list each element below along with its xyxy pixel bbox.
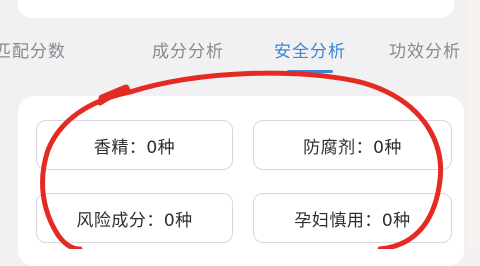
tab-safety-analysis[interactable]: 安全分析: [274, 37, 346, 62]
pregnancy-caution-count-tag: 孕妇慎用：0种: [253, 193, 452, 243]
tab-match-score[interactable]: 匹配分数: [0, 37, 66, 62]
risk-ingredient-count-tag: 风险成分：0种: [36, 193, 233, 243]
active-tab-indicator: [287, 70, 333, 73]
fragrance-count-tag: 香精：0种: [36, 120, 233, 170]
tab-bar: 匹配分数 成分分析 安全分析 功效分析: [0, 0, 470, 80]
tab-efficacy-analysis[interactable]: 功效分析: [389, 37, 461, 62]
preservative-count-tag: 防腐剂：0种: [253, 120, 452, 170]
tab-ingredient-analysis[interactable]: 成分分析: [152, 37, 224, 62]
